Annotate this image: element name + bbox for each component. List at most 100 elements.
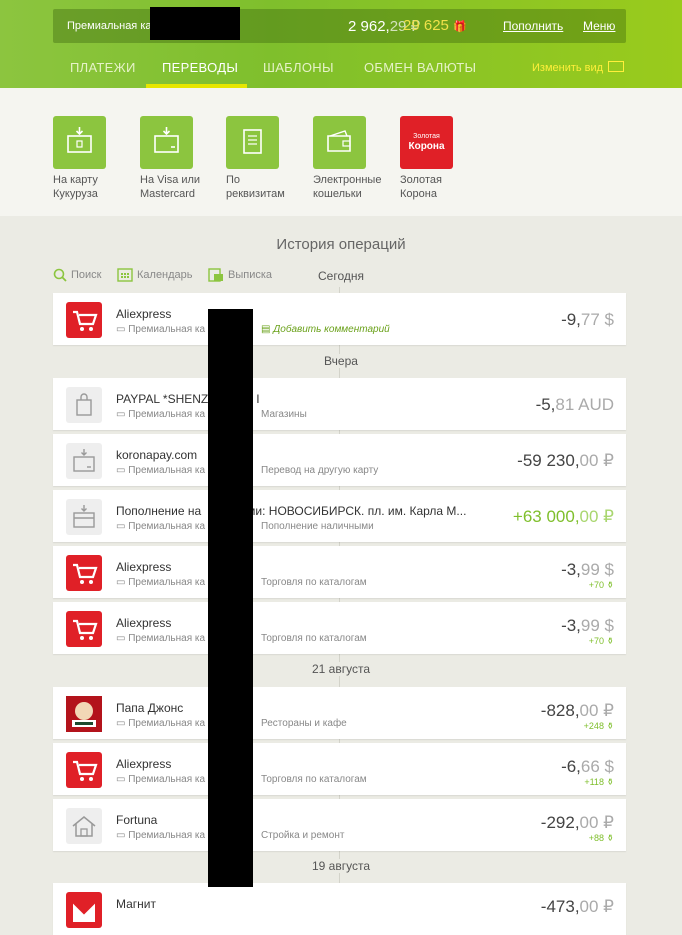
shopping-cart-icon (66, 611, 102, 647)
transaction-amount: -3,99 $ (561, 616, 614, 635)
menu-link[interactable]: Меню (583, 19, 615, 33)
transaction-amount: -828,00 ₽ (540, 701, 614, 720)
transaction-row[interactable]: Aliexpress ▭ Премиальная ка ▤ Добавить к… (53, 293, 626, 345)
card-icon: ▭ (116, 521, 126, 532)
card-name: ▭ Премиальная ка (116, 409, 206, 420)
merchant-name: Магнит (116, 897, 157, 911)
transaction-row[interactable]: PAYPAL *SHENZ I ▭ Премиальная ка Магазины… (53, 378, 626, 430)
shopping-bag-icon (66, 387, 102, 423)
transaction-row[interactable]: Aliexpress ▭ Премиальная ка Торговля по … (53, 602, 626, 654)
bonus-amount: +88 ⚱ (588, 833, 614, 843)
card-icon: ▭ (116, 577, 126, 588)
quick-to-visa-mastercard[interactable]: На Visa или Mastercard (140, 116, 230, 201)
card-name: ▭ Премиальная ка (116, 830, 206, 841)
transaction-category: Перевод на другую карту (261, 465, 379, 476)
quick-by-requisites[interactable]: По реквизитам (226, 116, 316, 201)
card-name: ▭ Премиальная ка (116, 324, 206, 335)
quick-e-wallets[interactable]: Электронные кошельки (313, 116, 403, 201)
date-header: Вчера (0, 354, 682, 368)
wallet-icon (313, 116, 366, 169)
redacted-block (208, 309, 253, 887)
card-download-icon (140, 116, 193, 169)
transaction-amount: -3,99 $ (561, 560, 614, 579)
transaction-amount: -6,66 $ (561, 757, 614, 776)
quick-transfer-panel: На карту Кукуруза На Visa или Mastercard П… (0, 88, 682, 216)
card-icon: ▭ (116, 718, 126, 729)
card-icon: ▭ (116, 409, 126, 420)
history-title: История операций (276, 236, 406, 253)
merchant-name: Aliexpress (116, 616, 172, 630)
shopping-cart-icon (66, 555, 102, 591)
quick-zolotaya-korona[interactable]: Золотая Корона Золотая Корона (400, 116, 490, 201)
transaction-row[interactable]: Пополнение на ми: НОВОСИБИРСК. пл. им. Ка… (53, 490, 626, 542)
card-icon (608, 61, 625, 72)
bonus-amount: +118 ⚱ (584, 777, 614, 787)
quick-to-kukuruza[interactable]: На карту Кукуруза (53, 116, 143, 201)
transaction-category: Стройка и ремонт (261, 830, 345, 841)
merchant-name: Aliexpress (116, 757, 172, 771)
bonus-amount: +70 ⚱ (588, 580, 614, 590)
card-name: ▭ Премиальная ка (116, 521, 206, 532)
card-name: ▭ Премиальная ка (116, 633, 206, 644)
transaction-category: Магазины (261, 409, 307, 420)
bonus-balance: 29 625 🎁 (403, 17, 467, 34)
bonus-amount: +70 ⚱ (588, 636, 614, 646)
transaction-amount: -5,81 AUD (535, 395, 614, 414)
comment-icon: ▤ (261, 324, 271, 335)
merchant-name: koronapay.com (116, 448, 198, 462)
tab-templates[interactable]: ШАБЛОНЫ (263, 60, 334, 75)
transaction-row[interactable]: Fortuna ▭ Премиальная ка Стройка и ремон… (53, 799, 626, 851)
card-download-icon (53, 116, 106, 169)
zolotaya-korona-logo: Золотая Корона (400, 116, 453, 169)
merchant-name: Fortuna (116, 813, 158, 827)
shopping-cart-icon (66, 752, 102, 788)
transaction-amount: -59 230,00 ₽ (517, 451, 614, 470)
tab-transfers[interactable]: ПЕРЕВОДЫ (162, 60, 238, 75)
merchant-name: Aliexpress (116, 307, 172, 321)
transaction-amount: +63 000,00 ₽ (512, 507, 614, 526)
transaction-amount: -473,00 ₽ (540, 897, 614, 916)
magnit-logo (66, 892, 102, 928)
account-bar[interactable]: Премиальная ка 2 962,29 ₽ 29 625 🎁 Попол… (53, 7, 626, 43)
transaction-category: Рестораны и кафе (261, 718, 347, 729)
tab-payments[interactable]: ПЛАТЕЖИ (70, 60, 136, 75)
add-comment-link[interactable]: ▤ Добавить комментарий (261, 324, 390, 335)
redacted-block (150, 7, 240, 40)
transaction-row[interactable]: koronapay.com ▭ Премиальная ка Перевод н… (53, 434, 626, 486)
date-header: 19 августа (0, 859, 682, 873)
topup-link[interactable]: Пополнить (503, 19, 563, 33)
tab-currency-exchange[interactable]: ОБМЕН ВАЛЮТЫ (364, 60, 476, 75)
card-icon: ▭ (116, 774, 126, 785)
transaction-category: Пополнение наличными (261, 521, 374, 532)
transaction-category: Торговля по каталогам (261, 774, 367, 785)
card-download-icon (66, 499, 102, 535)
date-header: Сегодня (0, 269, 682, 283)
date-header: 21 августа (0, 662, 682, 676)
app-header: Премиальная ка 2 962,29 ₽ 29 625 🎁 Попол… (0, 0, 682, 88)
transaction-amount: -292,00 ₽ (540, 813, 614, 832)
card-download-icon (66, 443, 102, 479)
bonus-amount: +248 ⚱ (583, 721, 614, 731)
shopping-cart-icon (66, 302, 102, 338)
card-name: ▭ Премиальная ка (116, 774, 206, 785)
transaction-category: Торговля по каталогам (261, 633, 367, 644)
house-icon (66, 808, 102, 844)
transaction-row[interactable]: Aliexpress ▭ Премиальная ка Торговля по … (53, 546, 626, 598)
card-icon: ▭ (116, 633, 126, 644)
transaction-row[interactable]: Папа Джонс ▭ Премиальная ка Рестораны и … (53, 687, 626, 739)
merchant-name: Папа Джонс (116, 701, 184, 715)
document-icon (226, 116, 279, 169)
change-view-button[interactable]: Изменить вид (532, 61, 625, 74)
merchant-name: Aliexpress (116, 560, 172, 574)
card-name: ▭ Премиальная ка (116, 577, 206, 588)
papa-johns-logo (66, 696, 102, 732)
account-name: Премиальная ка (67, 20, 152, 32)
card-icon: ▭ (116, 324, 126, 335)
transaction-category: Торговля по каталогам (261, 577, 367, 588)
gift-icon: 🎁 (453, 21, 467, 33)
card-icon: ▭ (116, 465, 126, 476)
transaction-row[interactable]: Aliexpress ▭ Премиальная ка Торговля по … (53, 743, 626, 795)
transaction-row[interactable]: Магнит -473,00 ₽ (53, 883, 626, 935)
transaction-amount: -9,77 $ (561, 310, 614, 329)
merchant-name: Пополнение на ми: НОВОСИБИРСК. пл. им. Ка… (116, 504, 467, 518)
